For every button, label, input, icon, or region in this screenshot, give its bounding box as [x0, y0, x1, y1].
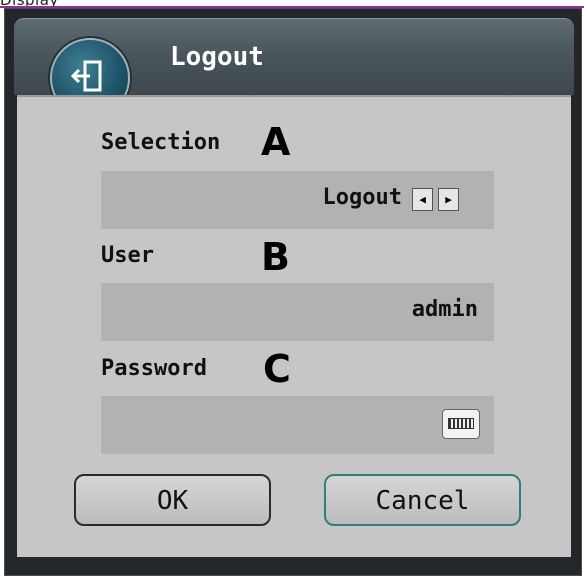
cancel-button[interactable]: Cancel — [324, 474, 521, 526]
dialog-title: Logout — [170, 42, 264, 72]
password-marker: C — [263, 347, 291, 391]
password-label: Password — [101, 356, 207, 381]
user-value: admin — [411, 297, 478, 322]
ok-button[interactable]: OK — [74, 474, 271, 526]
selection-value: Logout — [322, 185, 402, 210]
selection-field[interactable]: Logout ◀ ▶ — [101, 171, 494, 229]
keyboard-icon — [448, 418, 474, 429]
selection-label: Selection — [101, 130, 221, 155]
keyboard-button[interactable] — [442, 409, 480, 439]
top-strip: Display — [0, 0, 584, 9]
password-field[interactable] — [101, 396, 494, 454]
user-field[interactable]: admin — [101, 283, 494, 341]
user-label: User — [101, 243, 154, 268]
right-arrow-icon: ▶ — [445, 193, 452, 206]
left-arrow-icon: ◀ — [419, 193, 426, 206]
user-marker: B — [261, 235, 290, 279]
selection-marker: A — [261, 120, 291, 164]
next-option-button[interactable]: ▶ — [438, 188, 459, 211]
prev-option-button[interactable]: ◀ — [412, 188, 433, 211]
